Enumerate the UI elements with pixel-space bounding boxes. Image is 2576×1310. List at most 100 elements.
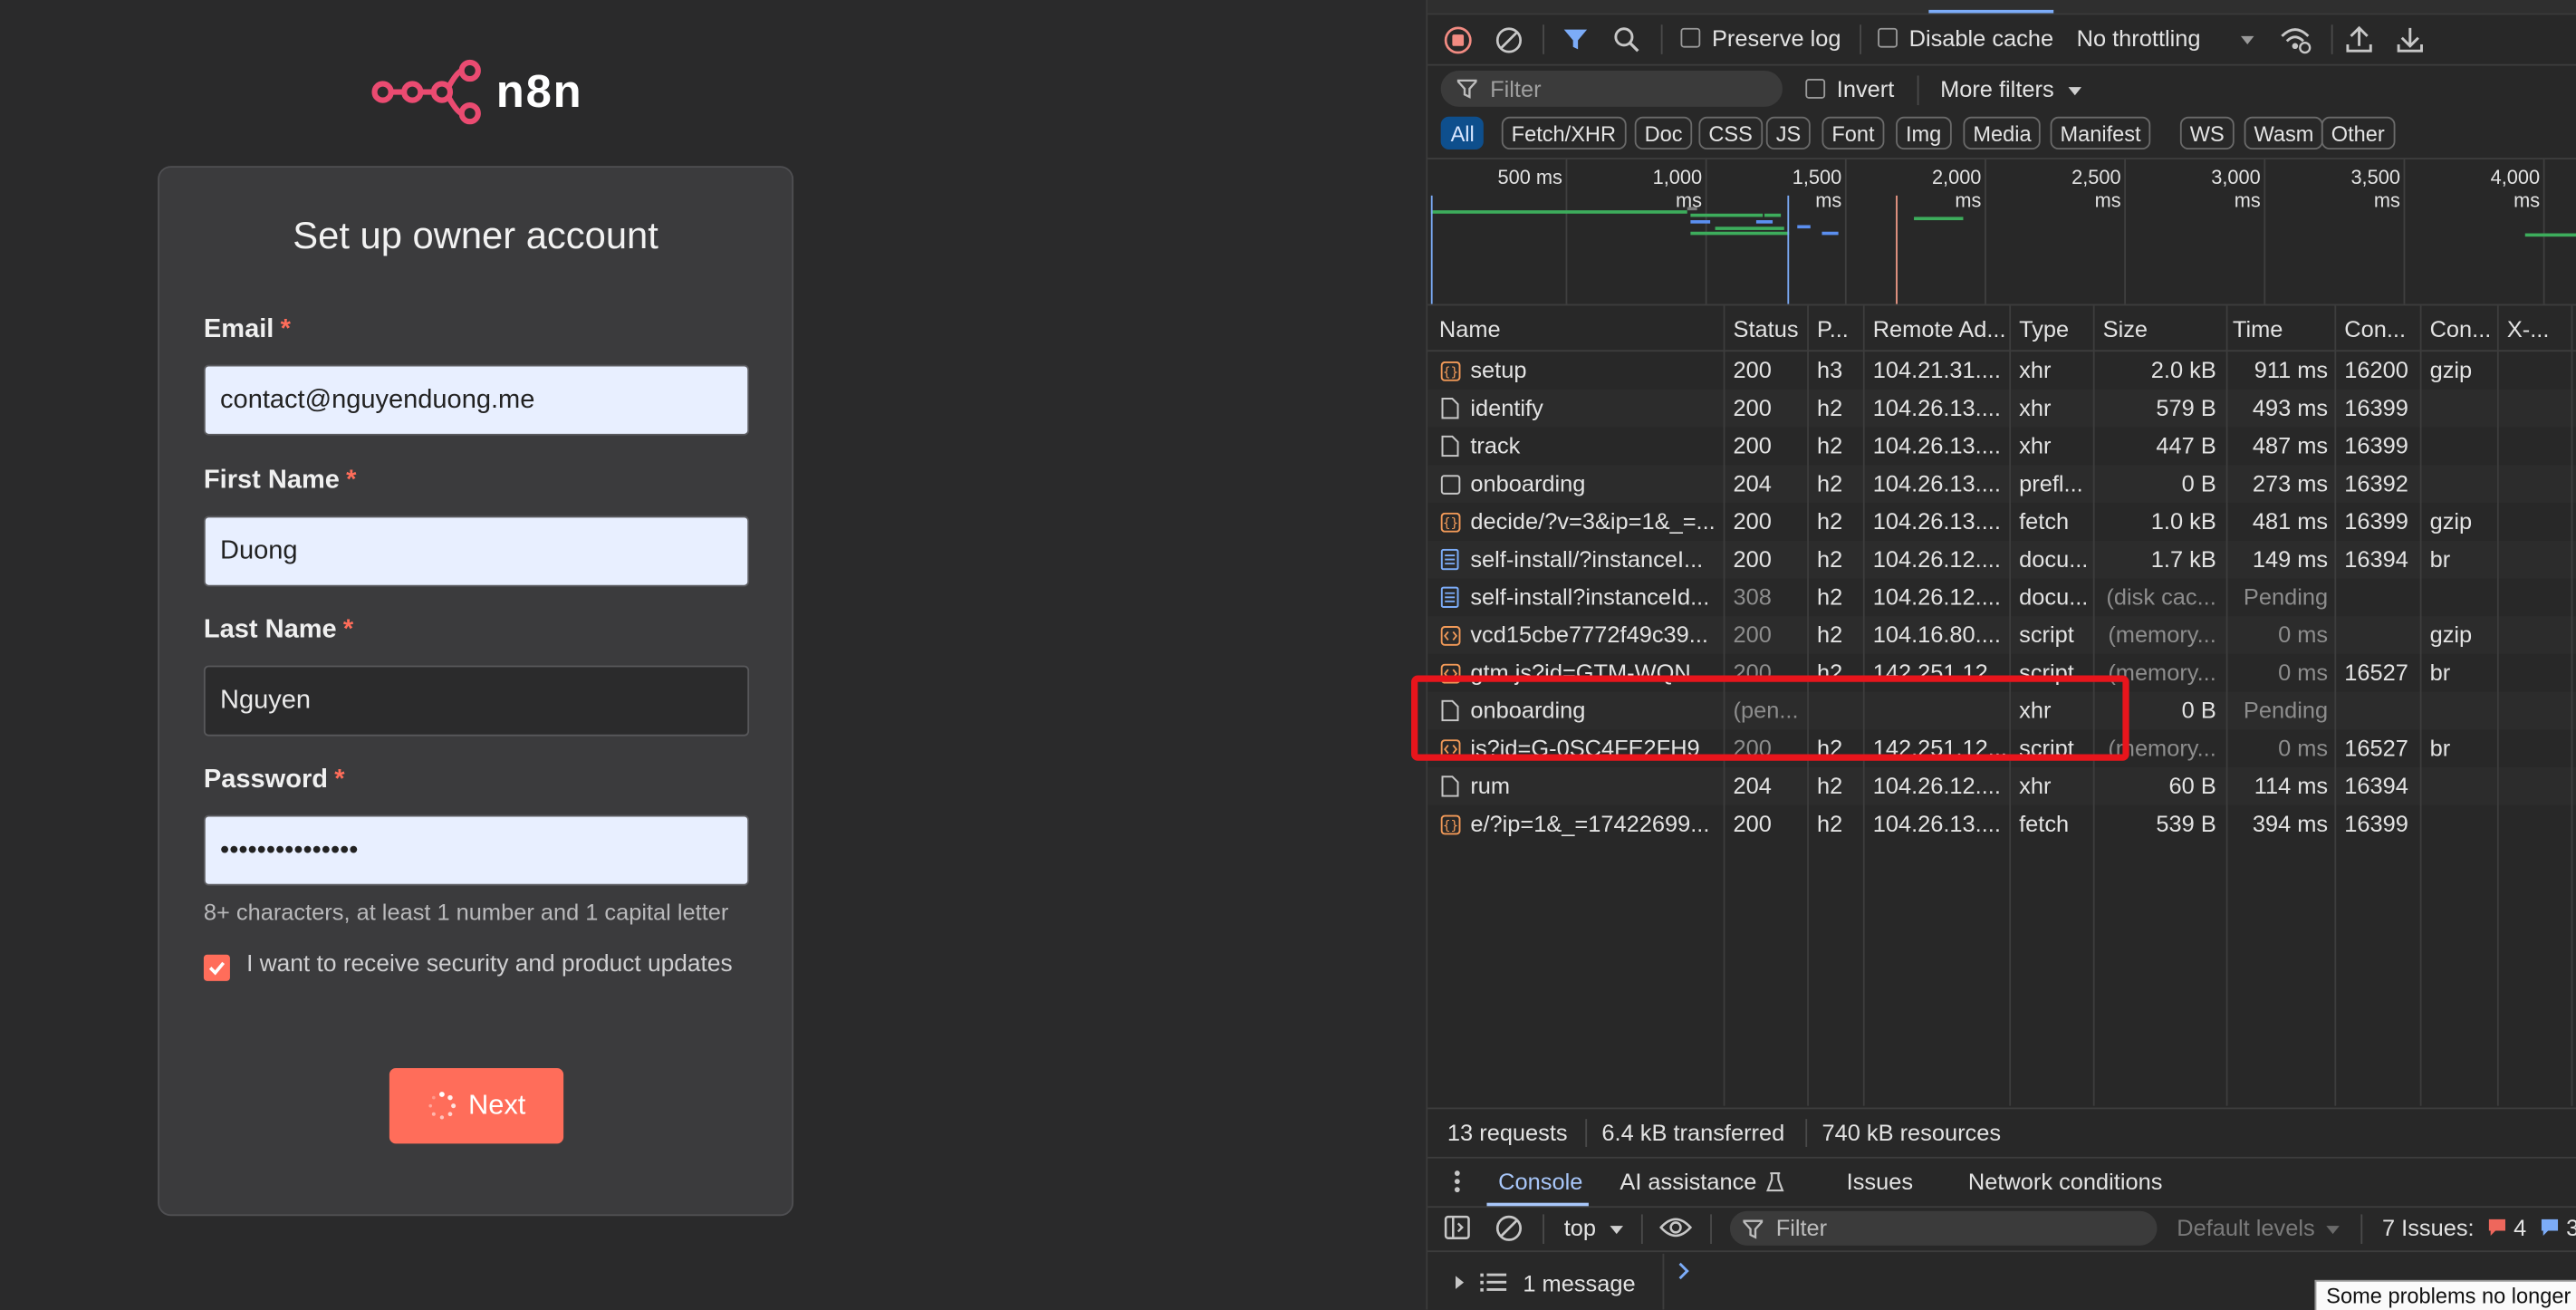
throttling-select[interactable]: No throttling <box>2077 24 2201 51</box>
type-filter-font[interactable]: Font <box>1821 116 1885 150</box>
request-remote-cell: 104.26.12.... <box>1872 545 2001 573</box>
type-filter-all[interactable]: All <box>1440 116 1485 150</box>
column-header[interactable]: Status <box>1734 315 1799 342</box>
message-count[interactable]: 1 message <box>1523 1270 1635 1296</box>
email-field[interactable] <box>203 364 750 436</box>
request-time-cell: 0 ms <box>2278 734 2329 761</box>
network-overview-timeline[interactable]: 500 ms 1,000 ms 1,500 ms 2,000 ms 2,500 ms 3,… <box>1427 158 2576 306</box>
tab-console[interactable]: Console <box>1498 1169 1582 1195</box>
console-filter-input[interactable]: Filter <box>1729 1210 2158 1246</box>
tab-issues[interactable]: Issues <box>1847 1169 1913 1195</box>
next-button[interactable]: Next <box>389 1067 564 1144</box>
column-header[interactable]: Type <box>2019 315 2069 342</box>
preserve-log-checkbox[interactable] <box>1680 27 1701 48</box>
filter-funnel-icon[interactable] <box>1562 26 1589 53</box>
import-har-icon[interactable] <box>2346 24 2372 54</box>
invert-label[interactable]: Invert <box>1837 75 1895 101</box>
timeline-request-bar <box>1914 217 1964 221</box>
clear-console-icon[interactable] <box>1495 1214 1523 1242</box>
request-row[interactable]: vcd15cbe7772f49c39... 200 h2 104.16.80.... s… <box>1427 616 2576 654</box>
network-summary-bar: 13 requests 6.4 kB transferred 740 kB re… <box>1427 1107 2576 1159</box>
request-type-cell: fetch <box>2019 810 2070 837</box>
type-filter-other[interactable]: Other <box>2321 116 2395 150</box>
summary-separator <box>1585 1119 1588 1148</box>
invert-checkbox[interactable] <box>1805 79 1826 99</box>
column-header[interactable]: Time <box>2233 315 2283 342</box>
type-filter-media[interactable]: Media <box>1963 116 2042 150</box>
issues-tooltip: Some problems no longer g <box>2314 1279 2576 1310</box>
first-name-field[interactable] <box>203 515 750 587</box>
type-filter-manifest[interactable]: Manifest <box>2050 116 2151 150</box>
clear-icon[interactable] <box>1495 26 1523 54</box>
type-filter-css[interactable]: CSS <box>1698 116 1763 150</box>
column-header[interactable]: X-... <box>2507 315 2550 342</box>
request-size-cell: 0 B <box>2181 469 2216 496</box>
preserve-log-label[interactable]: Preserve log <box>1712 24 1841 51</box>
type-filter-wasm[interactable]: Wasm <box>2244 116 2324 150</box>
updates-checkbox[interactable] <box>203 954 230 981</box>
info-issue-icon <box>2541 1218 2559 1236</box>
request-row[interactable]: {} decide/?v=3&ip=1&_=... 200 h2 104.26.13..… <box>1427 503 2576 541</box>
type-filter-doc[interactable]: Doc <box>1634 116 1693 150</box>
timeline-request-bar <box>1797 225 1811 229</box>
kebab-menu-icon[interactable] <box>1454 1170 1460 1193</box>
column-header[interactable]: Con... <box>2344 315 2406 342</box>
request-protocol-cell: h2 <box>1817 621 1843 648</box>
password-field[interactable] <box>203 814 750 886</box>
devtools-tabstrip <box>1427 0 2576 15</box>
timeline-request-bar <box>1764 213 1782 217</box>
summary-separator <box>1805 1119 1808 1148</box>
type-filter-js[interactable]: JS <box>1765 116 1812 150</box>
search-icon[interactable] <box>1613 26 1639 53</box>
eye-icon[interactable] <box>1659 1214 1693 1240</box>
disable-cache-checkbox[interactable] <box>1878 27 1898 48</box>
request-row[interactable]: {} e/?ip=1&_=17422699... 200 h2 104.26.13...… <box>1427 805 2576 843</box>
type-filter-img[interactable]: Img <box>1896 116 1952 150</box>
request-status-cell: 204 <box>1733 772 1772 799</box>
updates-checkbox-label[interactable]: I want to receive security and product u… <box>246 951 733 978</box>
request-type-cell: docu... <box>2019 583 2089 610</box>
request-row[interactable]: self-install?instanceId... 308 h2 104.26.12… <box>1427 578 2576 616</box>
request-row[interactable]: {} setup 200 h3 104.21.31.... xhr 2.0 kB 911 ms… <box>1427 352 2576 390</box>
network-filter-input[interactable]: Filter <box>1440 70 1783 107</box>
log-levels-select[interactable]: Default levels <box>2177 1214 2314 1240</box>
disable-cache-label[interactable]: Disable cache <box>1909 24 2053 51</box>
toolbar-separator <box>1543 24 1544 54</box>
request-type-cell: docu... <box>2019 545 2089 573</box>
context-selector[interactable]: top <box>1564 1214 1596 1240</box>
request-name-cell: e/?ip=1&_=17422699... <box>1470 810 1710 837</box>
request-row[interactable]: track 200 h2 104.26.13.... xhr 447 B 487 ms 163… <box>1427 428 2576 466</box>
request-row[interactable]: rum 204 h2 104.26.12.... xhr 60 B 114 ms 16394 <box>1427 767 2576 805</box>
network-conditions-icon[interactable] <box>2279 24 2312 54</box>
column-header[interactable]: P... <box>1817 315 1849 342</box>
column-header[interactable]: Name <box>1439 315 1501 342</box>
sidebar-toggle-icon[interactable] <box>1444 1214 1470 1240</box>
column-header[interactable]: Con... <box>2430 315 2492 342</box>
request-name-cell: setup <box>1470 356 1527 383</box>
tab-ai-assistance[interactable]: AI assistance <box>1620 1169 1756 1195</box>
record-stop-icon[interactable] <box>1444 26 1472 54</box>
flask-icon <box>1766 1171 1784 1192</box>
timeline-gridline <box>1844 159 1847 304</box>
request-name-cell: onboarding <box>1470 469 1586 496</box>
request-con1-cell: 16399 <box>2344 394 2408 421</box>
expand-triangle-icon[interactable] <box>1454 1275 1466 1289</box>
highlight-annotation-box <box>1411 675 2129 761</box>
tab-network-conditions[interactable]: Network conditions <box>1968 1169 2163 1195</box>
export-har-icon[interactable] <box>2397 24 2423 54</box>
document-icon <box>1440 586 1459 609</box>
request-type-cell: script <box>2019 621 2074 648</box>
request-row[interactable]: identify 200 h2 104.26.13.... xhr 579 B 493 ms… <box>1427 389 2576 428</box>
more-filters-button[interactable]: More filters <box>1940 75 2054 101</box>
column-divider <box>2571 305 2573 1106</box>
type-filter-ws[interactable]: WS <box>2179 116 2235 150</box>
request-row[interactable]: self-install/?instanceI... 200 h2 104.26.12… <box>1427 540 2576 579</box>
column-header[interactable]: Remote Ad... <box>1873 315 2006 342</box>
type-filter-fetch-xhr[interactable]: Fetch/XHR <box>1501 116 1626 150</box>
request-con2-cell: gzip <box>2429 507 2473 535</box>
request-time-cell: 481 ms <box>2252 507 2329 535</box>
request-row[interactable]: onboarding 204 h2 104.26.13.... prefl... 0 B 2… <box>1427 465 2576 504</box>
column-header[interactable]: Size <box>2103 315 2148 342</box>
issues-count-label[interactable]: 7 Issues: <box>2382 1214 2475 1240</box>
last-name-field[interactable] <box>203 665 750 737</box>
